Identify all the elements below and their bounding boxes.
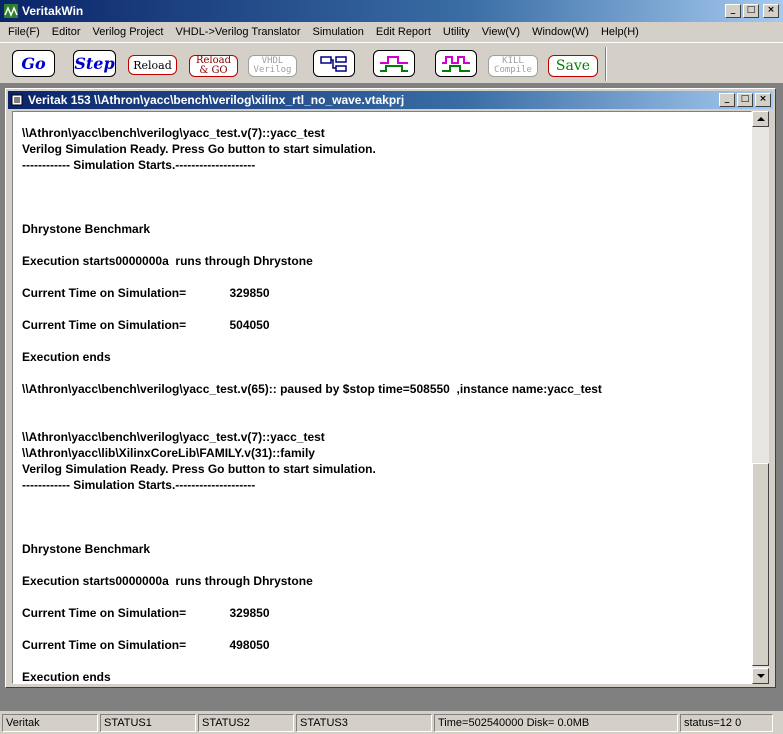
console-line: Current Time on Simulation= 498050 <box>22 638 270 652</box>
console-output[interactable]: \\Athron\yacc\bench\verilog\yacc_test.v(… <box>12 111 752 684</box>
project-tree-button[interactable] <box>313 50 355 77</box>
window-title: VeritakWin <box>22 4 84 18</box>
console-line: \\Athron\yacc\bench\verilog\yacc_test.v(… <box>22 126 325 140</box>
menu-window[interactable]: Window(W) <box>526 22 595 42</box>
console-line: \\Athron\yacc\lib\XilinxCoreLib\FAMILY.v… <box>22 446 315 460</box>
waveform-icon <box>380 55 408 72</box>
main-title-bar: VeritakWin _ □ × <box>0 0 783 22</box>
status-2: STATUS2 <box>198 714 294 732</box>
menu-bar: File(F) Editor Verilog Project VHDL->Ver… <box>0 22 783 42</box>
menu-simulation[interactable]: Simulation <box>307 22 370 42</box>
status-code: status=12 0 <box>680 714 773 732</box>
maximize-button[interactable]: □ <box>743 4 759 18</box>
waveform-button[interactable] <box>373 50 415 77</box>
reload-button[interactable]: Reload <box>128 55 177 75</box>
console-line: ------------ Simulation Starts.---------… <box>22 158 256 172</box>
project-tree-icon <box>320 55 347 72</box>
document-icon <box>11 94 23 106</box>
veritak-app-icon <box>4 4 18 18</box>
menu-vhdl-translator[interactable]: VHDL->Verilog Translator <box>169 22 306 42</box>
menu-file[interactable]: File(F) <box>2 22 46 42</box>
console-line: Current Time on Simulation= 504050 <box>22 318 270 332</box>
scroll-thumb[interactable] <box>752 463 769 666</box>
vhdl-verilog-button[interactable]: VHDL Verilog <box>248 55 297 77</box>
menu-verilog-project[interactable]: Verilog Project <box>87 22 170 42</box>
console-line: Execution ends <box>22 350 111 364</box>
go-button[interactable]: Go <box>12 50 55 77</box>
kill-line2: Compile <box>494 65 532 75</box>
waveform-multi-icon <box>442 55 470 72</box>
console-line: Execution starts0000000a runs through Dh… <box>22 254 313 268</box>
scroll-down-button[interactable] <box>752 668 769 684</box>
status-time-disk: Time=502540000 Disk= 0.0MB <box>434 714 678 732</box>
console-line: Execution ends <box>22 670 111 684</box>
close-button[interactable]: × <box>763 4 779 18</box>
go-label: Go <box>21 54 46 73</box>
menu-help[interactable]: Help(H) <box>595 22 645 42</box>
vhdl-line2: Verilog <box>253 65 292 75</box>
menu-utility[interactable]: Utility <box>437 22 476 42</box>
arrow-up-icon <box>756 117 765 121</box>
scroll-up-button[interactable] <box>752 111 769 127</box>
child-minimize-button[interactable]: _ <box>719 93 735 107</box>
console-line: Execution starts0000000a runs through Dh… <box>22 574 313 588</box>
kill-compile-label: KILL Compile <box>494 57 532 75</box>
status-3: STATUS3 <box>296 714 432 732</box>
step-label: Step <box>74 54 115 73</box>
save-button[interactable]: Save <box>548 55 598 77</box>
console-line: Current Time on Simulation= 329850 <box>22 606 270 620</box>
status-app: Veritak <box>2 714 98 732</box>
step-button[interactable]: Step <box>73 50 116 77</box>
status-bar: Veritak STATUS1 STATUS2 STATUS3 Time=502… <box>0 712 783 734</box>
save-label: Save <box>555 58 591 74</box>
console-line: ------------ Simulation Starts.---------… <box>22 478 256 492</box>
console-title-bar[interactable]: Veritak 153 \\Athron\yacc\bench\verilog\… <box>8 91 773 109</box>
child-close-button[interactable]: × <box>755 93 771 107</box>
console-line: Dhrystone Benchmark <box>22 542 151 556</box>
console-line: Verilog Simulation Ready. Press Go butto… <box>22 462 376 476</box>
waveform-multi-button[interactable] <box>435 50 477 77</box>
console-lines: \\Athron\yacc\bench\verilog\yacc_test.v(… <box>22 125 742 684</box>
console-window: Veritak 153 \\Athron\yacc\bench\verilog\… <box>5 88 776 688</box>
reload-go-line2: & GO <box>199 65 228 76</box>
toolbar: Go Step Reload Reload & GO VHDL Verilog <box>0 42 783 84</box>
console-line: Dhrystone Benchmark <box>22 222 151 236</box>
kill-compile-button[interactable]: KILL Compile <box>488 55 538 77</box>
menu-editor[interactable]: Editor <box>46 22 87 42</box>
console-line: \\Athron\yacc\bench\verilog\yacc_test.v(… <box>22 430 325 444</box>
status-1: STATUS1 <box>100 714 196 732</box>
arrow-down-icon <box>756 674 765 678</box>
reload-go-label: Reload & GO <box>196 56 231 76</box>
console-line: Current Time on Simulation= 329850 <box>22 286 270 300</box>
console-line: Verilog Simulation Ready. Press Go butto… <box>22 142 376 156</box>
reload-label: Reload <box>133 58 172 72</box>
minimize-button[interactable]: _ <box>725 4 741 18</box>
menu-edit-report[interactable]: Edit Report <box>370 22 437 42</box>
console-line: \\Athron\yacc\bench\verilog\yacc_test.v(… <box>22 382 602 396</box>
toolbar-separator <box>605 47 607 81</box>
child-maximize-button[interactable]: □ <box>737 93 753 107</box>
menu-view[interactable]: View(V) <box>476 22 526 42</box>
vhdl-verilog-label: VHDL Verilog <box>254 57 292 75</box>
console-title: Veritak 153 \\Athron\yacc\bench\verilog\… <box>28 93 405 107</box>
reload-go-button[interactable]: Reload & GO <box>189 55 238 77</box>
vertical-scrollbar[interactable] <box>752 111 769 684</box>
